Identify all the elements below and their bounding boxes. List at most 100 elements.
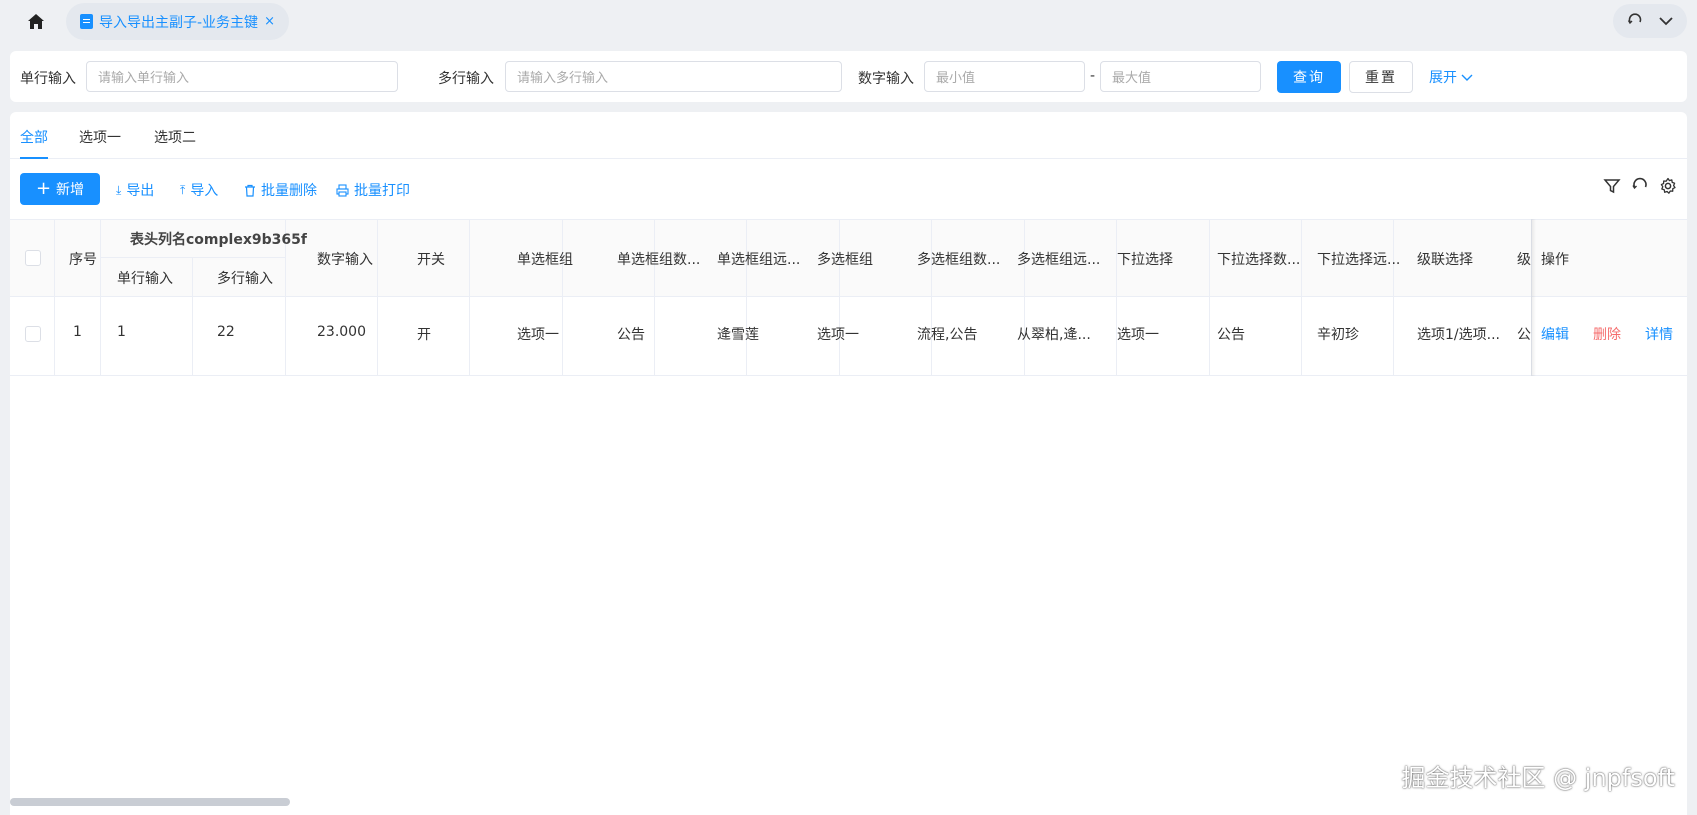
export-button[interactable]: ⤓ 导出 [116,180,154,200]
query-button[interactable]: 查询 [1277,61,1341,93]
cell-select-data: 公告 [1217,327,1245,343]
cell-multi-input: 22 [217,324,235,340]
header-checkbox: 多选框组 [817,252,873,268]
delete-link[interactable]: 删除 [1593,324,1621,344]
batch-print-button[interactable]: 批量打印 [336,180,410,200]
cell-radio-data: 公告 [617,327,645,343]
cell-checkbox: 选项一 [817,327,859,343]
col-divider [100,219,101,376]
header-switch: 开关 [417,252,445,268]
page-tab-label: 导入导出主副子-业务主键 [99,14,259,31]
col-divider [377,219,378,376]
range-separator: - [1090,68,1096,84]
header-select: 下拉选择 [1117,252,1173,268]
number-max-placeholder: 最大值 [1112,71,1152,86]
group-header-divider [100,257,285,258]
number-max-field[interactable]: 最大值 [1100,61,1261,92]
import-button[interactable]: ⤒ 导入 [180,180,218,200]
batch-delete-button[interactable]: 批量删除 [244,180,317,200]
edit-link[interactable]: 编辑 [1541,324,1569,344]
cell-select-remote: 辛初珍 [1317,327,1359,343]
cell-cascader-2: 公 [1517,327,1531,343]
number-input-label: 数字输入 [858,71,914,87]
col-divider [192,258,193,376]
table-tool-icons [1603,177,1677,195]
multi-input-label: 多行输入 [438,71,494,87]
number-min-placeholder: 最小值 [936,71,976,86]
tab-option-one[interactable]: 选项一 [79,127,121,147]
filter-tabs: 全部 选项一 选项二 [10,112,1687,159]
row-checkbox[interactable] [25,326,41,342]
chevron-down-icon[interactable] [1658,13,1674,29]
top-right-actions [1613,4,1687,38]
horizontal-scrollbar[interactable] [10,798,290,806]
col-divider [654,219,655,376]
number-min-field[interactable]: 最小值 [924,61,1085,92]
header-single-input: 单行输入 [117,271,173,287]
col-divider [562,219,563,376]
expand-label: 展开 [1429,70,1457,86]
tab-all[interactable]: 全部 [20,127,48,147]
multi-input-placeholder: 请输入多行输入 [517,71,609,86]
export-label: 导出 [126,183,155,199]
cell-cascader: 选项1/选项... [1417,327,1500,343]
trash-icon [245,184,255,197]
header-radio-remote: 单选框组远... [717,252,801,268]
col-divider [839,219,840,376]
import-label: 导入 [190,183,219,199]
header-radio: 单选框组 [517,252,573,268]
single-input-placeholder: 请输入单行输入 [98,71,190,86]
header-action: 操作 [1541,252,1569,268]
download-icon: ⤓ [116,182,122,197]
add-button-label: 新增 [56,182,85,198]
col-divider [1024,219,1025,376]
document-icon [80,14,93,29]
batch-delete-label: 批量删除 [261,183,317,199]
page-tab-active[interactable]: 导入导出主副子-业务主键 × [66,3,289,40]
home-button[interactable] [10,4,62,38]
expand-toggle[interactable]: 展开 [1429,67,1474,87]
header-cascader: 级联选择 [1417,252,1473,268]
cell-checkbox-remote: 从翠柏,逄... [1017,327,1091,343]
header-group: 表头列名complex9b365f [130,232,307,248]
refresh-icon[interactable] [1631,177,1649,195]
detail-link[interactable]: 详情 [1645,324,1673,344]
cell-switch: 开 [417,327,431,343]
fixed-column-shadow [1531,219,1536,376]
header-select-data: 下拉选择数... [1217,252,1301,268]
header-index: 序号 [69,252,97,268]
cell-single-input: 1 [117,324,126,340]
col-divider [931,219,932,376]
cell-index: 1 [73,324,82,340]
filter-icon[interactable] [1603,177,1621,195]
multi-input-field[interactable]: 请输入多行输入 [505,61,842,92]
plus-icon: + [35,178,52,199]
search-panel: 单行输入 请输入单行输入 多行输入 请输入多行输入 数字输入 最小值 - 最大值… [10,51,1687,102]
col-divider [1116,219,1117,376]
cell-number: 23.000 [317,324,366,340]
single-input-field[interactable]: 请输入单行输入 [86,61,398,92]
upload-icon: ⤒ [180,182,186,197]
col-divider [54,219,55,376]
gear-icon[interactable] [1659,177,1677,195]
col-divider [1393,219,1394,376]
refresh-icon[interactable] [1627,13,1643,29]
printer-icon [336,183,349,197]
main-card: 全部 选项一 选项二 + 新增 ⤓ 导出 ⤒ 导入 批量删除 批量打印 序号 表… [10,112,1687,815]
reset-button[interactable]: 重置 [1349,61,1413,93]
header-cascader-2: 级 [1517,252,1531,268]
col-divider [1209,219,1210,376]
tab-active-indicator [20,157,48,159]
cell-radio-remote: 逄雪莲 [717,327,759,343]
batch-print-label: 批量打印 [354,183,410,199]
single-input-label: 单行输入 [20,71,76,87]
close-icon[interactable]: × [264,14,275,29]
select-all-checkbox[interactable] [25,250,41,266]
add-button[interactable]: + 新增 [20,173,100,205]
header-multi-input: 多行输入 [217,271,273,287]
col-divider [469,219,470,376]
tab-option-two[interactable]: 选项二 [154,127,196,147]
row-divider [10,375,1687,376]
home-icon [28,13,44,29]
header-checkbox-data: 多选框组数... [917,252,1001,268]
